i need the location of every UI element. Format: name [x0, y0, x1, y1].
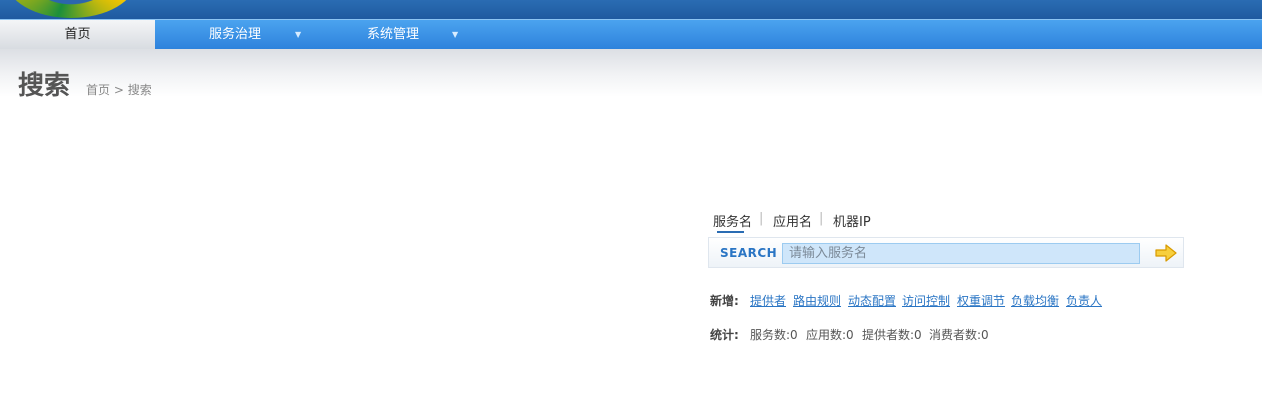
stat-application-count: 应用数:0 [806, 328, 854, 342]
stat-provider-count: 提供者数:0 [862, 328, 922, 342]
breadcrumb-current: 搜索 [127, 83, 152, 97]
add-dynamic-config-link[interactable]: 动态配置 [848, 292, 896, 309]
add-route-rule-link[interactable]: 路由规则 [793, 292, 841, 309]
tab-machine-ip[interactable]: 机器IP [833, 211, 871, 230]
search-input[interactable] [782, 243, 1140, 264]
stat-consumer-count: 消费者数:0 [929, 328, 989, 342]
nav-item-system-management[interactable]: 系统管理 ▼ [311, 20, 467, 50]
tab-separator: | [759, 211, 764, 226]
add-provider-link[interactable]: 提供者 [750, 292, 786, 309]
chevron-down-icon: ▼ [452, 30, 459, 39]
tab-application-name[interactable]: 应用名 [773, 211, 812, 230]
nav-item-label: 首页 [64, 27, 91, 42]
logo [6, 0, 136, 18]
add-load-balance-link[interactable]: 负载均衡 [1011, 292, 1059, 309]
tab-separator: | [819, 211, 824, 226]
top-banner [0, 0, 1262, 19]
main-nav: 首页 服务治理 ▼ 系统管理 ▼ [0, 19, 1262, 50]
page-title: 搜索 [18, 71, 71, 101]
search-label: SEARCH [720, 246, 778, 260]
active-tab-indicator [717, 231, 744, 233]
nav-item-home[interactable]: 首页 [0, 20, 155, 50]
breadcrumb-home-link[interactable]: 首页 [86, 83, 110, 97]
tab-service-name[interactable]: 服务名 [713, 211, 752, 230]
nav-item-label: 系统管理 [367, 27, 420, 42]
chevron-down-icon: ▼ [295, 30, 302, 39]
search-bar: SEARCH [708, 237, 1184, 268]
arrow-right-icon[interactable] [1155, 244, 1177, 262]
breadcrumb: 首页 > 搜索 [86, 81, 152, 98]
page-header: 搜索 首页 > 搜索 [0, 49, 1262, 101]
breadcrumb-separator: > [113, 83, 124, 97]
add-access-control-link[interactable]: 访问控制 [902, 292, 950, 309]
stat-service-count: 服务数:0 [750, 328, 798, 342]
nav-item-label: 服务治理 [209, 27, 262, 42]
add-owner-link[interactable]: 负责人 [1066, 292, 1102, 309]
add-weight-adjust-link[interactable]: 权重调节 [957, 292, 1005, 309]
create-label: 新增: [710, 294, 739, 308]
stats-label: 统计: [710, 328, 739, 342]
nav-item-service-governance[interactable]: 服务治理 ▼ [155, 20, 311, 50]
